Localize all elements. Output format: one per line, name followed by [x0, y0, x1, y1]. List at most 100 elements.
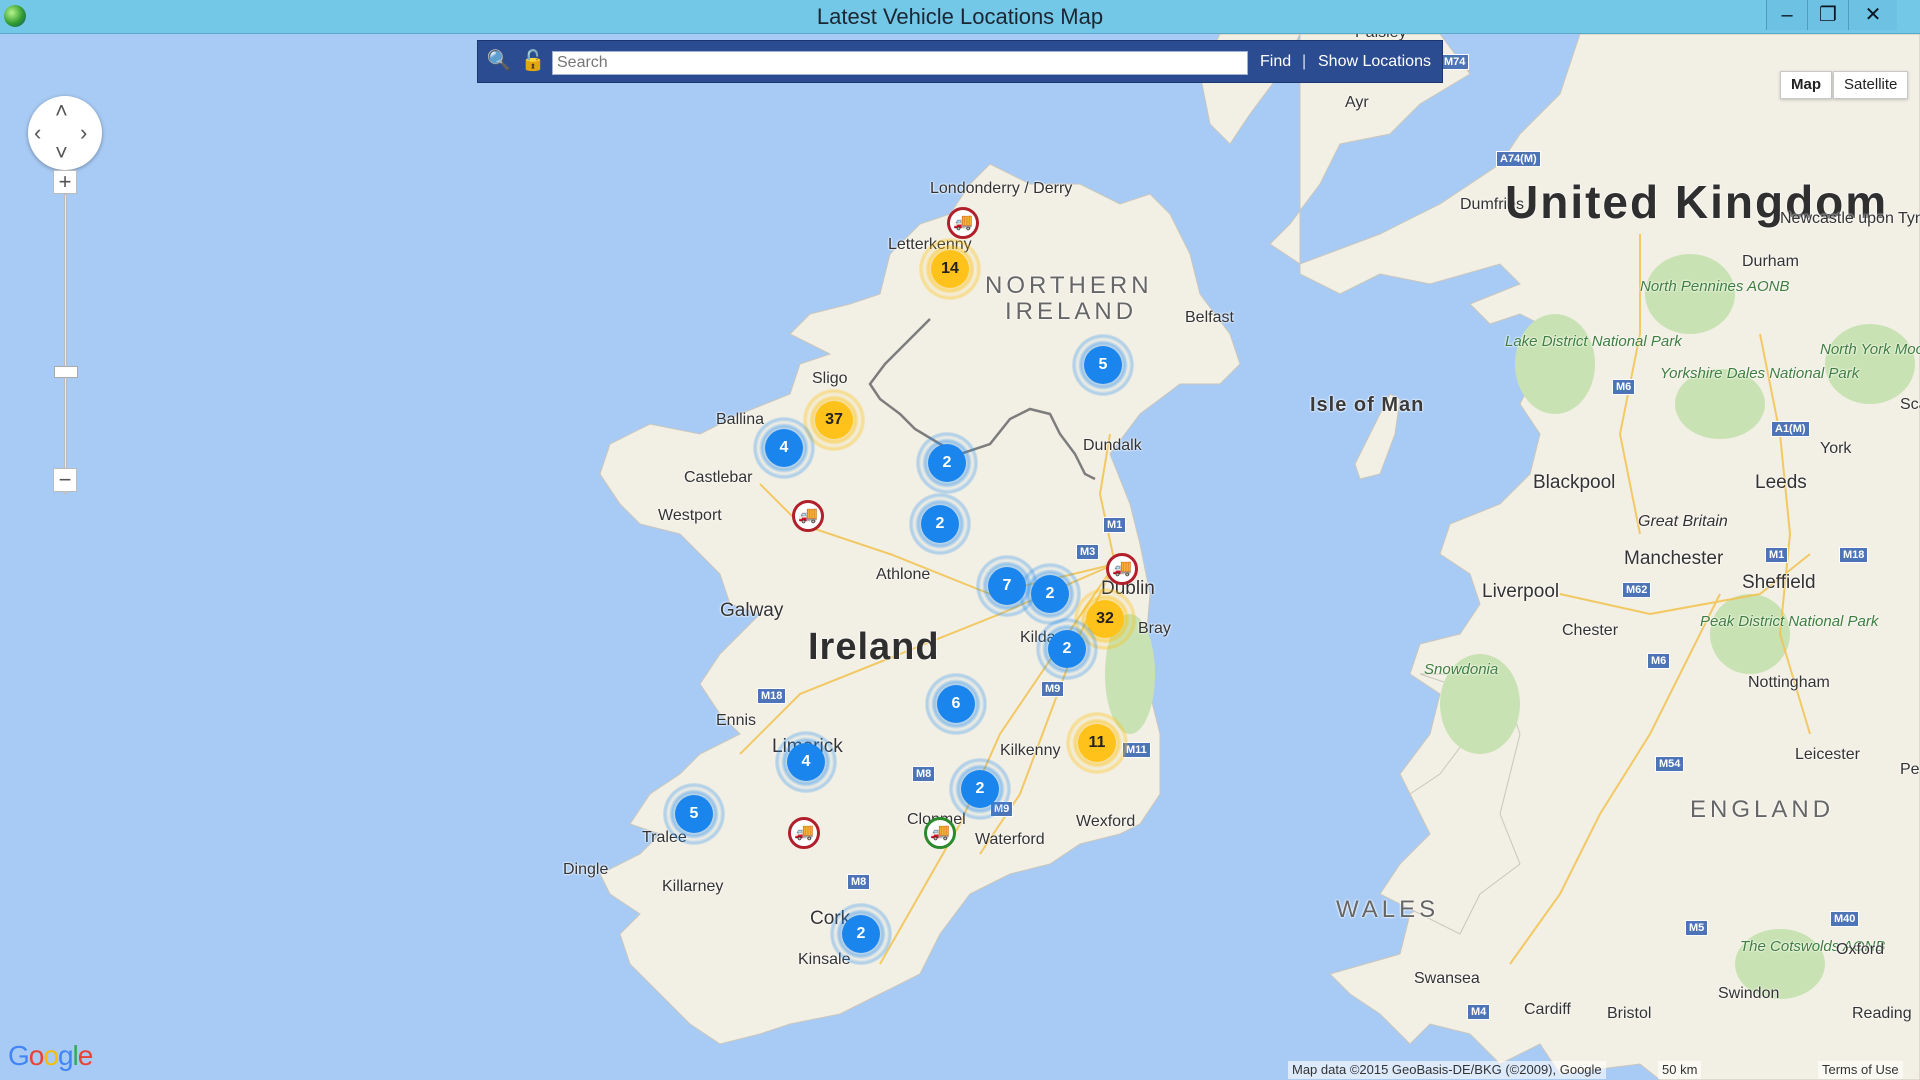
place-label: Westport [658, 507, 722, 524]
place-label: Dundalk [1083, 437, 1142, 454]
vehicle-cluster[interactable]: 2 [830, 903, 892, 965]
place-label: Sheffield [1742, 572, 1816, 593]
road-shield: M74 [1440, 54, 1470, 70]
cluster-count: 2 [842, 915, 880, 953]
place-label: Wexford [1076, 813, 1136, 830]
road-shield: A1(M) [1771, 421, 1810, 437]
place-label: Newcastle upon Tyne [1780, 210, 1920, 227]
search-input[interactable] [552, 51, 1248, 75]
truck-icon: 🚚 [794, 824, 814, 841]
vehicle-marker-alert[interactable]: 🚚 [947, 207, 979, 239]
close-button[interactable]: ✕ [1848, 0, 1897, 30]
zoom-out-button[interactable]: − [53, 468, 77, 492]
road-shield: M3 [1076, 544, 1100, 560]
place-label: Durham [1742, 253, 1799, 270]
park-label: North Pennines AONB [1640, 278, 1790, 295]
cluster-count: 14 [931, 250, 969, 288]
zoom-in-button[interactable]: + [53, 170, 77, 194]
vehicle-cluster[interactable]: 2 [1036, 618, 1098, 680]
lock-icon[interactable]: 🔓 [520, 48, 546, 74]
park-label: Peak District National Park [1700, 613, 1879, 630]
map-type-satellite-button[interactable]: Satellite [1833, 71, 1909, 99]
place-label: Great Britain [1638, 513, 1728, 530]
cluster-count: 11 [1078, 724, 1116, 762]
road-shield: M9 [1041, 681, 1065, 697]
cluster-count: 2 [1048, 630, 1086, 668]
place-label: Dingle [563, 861, 609, 878]
pan-left-icon[interactable]: ‹ [34, 122, 41, 144]
place-label: Sligo [812, 370, 848, 387]
road-shield: A74(M) [1496, 151, 1541, 167]
terms-link[interactable]: Terms of Use [1818, 1061, 1903, 1079]
park-label: Snowdonia [1424, 661, 1499, 678]
show-locations-button[interactable]: Show Locations [1318, 50, 1431, 74]
place-label: Liverpool [1482, 581, 1560, 602]
vehicle-cluster[interactable]: 4 [753, 417, 815, 479]
cluster-count: 2 [921, 505, 959, 543]
truck-icon: 🚚 [798, 507, 818, 524]
map-type-map-button[interactable]: Map [1780, 71, 1832, 99]
road-shield: M54 [1655, 756, 1685, 772]
vehicle-cluster[interactable]: 14 [919, 238, 981, 300]
place-label: Cardiff [1524, 1001, 1571, 1018]
find-button[interactable]: Find [1260, 50, 1291, 74]
vehicle-cluster[interactable]: 2 [949, 758, 1011, 820]
place-label: Manchester [1624, 548, 1724, 569]
minimize-button[interactable]: – [1766, 0, 1807, 30]
place-label: Bristol [1607, 1005, 1652, 1022]
place-label: Killarney [662, 878, 724, 895]
vehicle-cluster[interactable]: 2 [1019, 563, 1081, 625]
vehicle-cluster[interactable]: 4 [775, 731, 837, 793]
vehicle-cluster[interactable]: 5 [663, 783, 725, 845]
place-label: Leicester [1795, 746, 1860, 763]
cluster-count: 4 [765, 429, 803, 467]
road-shield: M1 [1103, 517, 1127, 533]
vehicle-marker-alert[interactable]: 🚚 [1106, 553, 1138, 585]
vehicle-cluster[interactable]: 5 [1072, 334, 1134, 396]
pan-down-icon[interactable]: ˅ [55, 142, 68, 164]
country-label-ireland: Ireland [808, 626, 940, 668]
map-attribution: Map data ©2015 GeoBasis-DE/BKG (©2009), … [1288, 1061, 1606, 1079]
road-shield: M6 [1647, 653, 1671, 669]
place-label: Ballina [716, 411, 765, 428]
road-shield: M18 [757, 688, 787, 704]
restore-button[interactable]: ❐ [1807, 0, 1848, 30]
vehicle-marker-alert[interactable]: 🚚 [792, 500, 824, 532]
cluster-count: 37 [815, 401, 853, 439]
vehicle-cluster[interactable]: 2 [916, 432, 978, 494]
park-area-north-york-moors [1825, 324, 1915, 404]
vehicle-marker-alert[interactable]: 🚚 [788, 817, 820, 849]
zoom-slider-thumb[interactable] [54, 366, 78, 378]
place-label: Swansea [1414, 970, 1480, 987]
road-shield: M6 [1612, 379, 1636, 395]
pan-control[interactable]: ˄ ˅ ‹ › [28, 96, 102, 170]
place-label: Scar [1900, 396, 1920, 413]
place-label: Nottingham [1748, 674, 1830, 691]
park-label: Lake District National Park [1505, 333, 1682, 350]
vehicle-cluster[interactable]: 11 [1066, 712, 1128, 774]
park-label: North York Moors National Park [1820, 341, 1920, 358]
vehicle-cluster[interactable]: 6 [925, 673, 987, 735]
truck-icon: 🚚 [953, 214, 973, 231]
road-shield: M40 [1830, 911, 1860, 927]
cluster-count: 6 [937, 685, 975, 723]
place-label: Castlebar [684, 469, 753, 486]
pan-right-icon[interactable]: › [80, 122, 87, 144]
place-label: Belfast [1185, 309, 1234, 326]
cluster-count: 4 [787, 743, 825, 781]
place-label: Ayr [1345, 94, 1369, 111]
cluster-count: 2 [928, 444, 966, 482]
place-label: Athlone [876, 566, 931, 583]
place-label: Chester [1562, 622, 1619, 639]
place-label: Swindon [1718, 985, 1780, 1002]
zoom-slider-track[interactable] [64, 194, 67, 494]
scale-label: 50 km [1658, 1061, 1702, 1079]
road-shield: M18 [1839, 547, 1869, 563]
map-canvas[interactable]: Paisley Ayr Dumfries United Kingdom Newc… [0, 34, 1920, 1080]
magnifier-icon[interactable]: 🔍 [486, 48, 512, 74]
pan-up-icon[interactable]: ˄ [55, 100, 68, 122]
place-label: Reading [1852, 1005, 1912, 1022]
road-shield: M8 [847, 874, 871, 890]
vehicle-cluster[interactable]: 2 [909, 493, 971, 555]
vehicle-marker-ok[interactable]: 🚚 [924, 817, 956, 849]
